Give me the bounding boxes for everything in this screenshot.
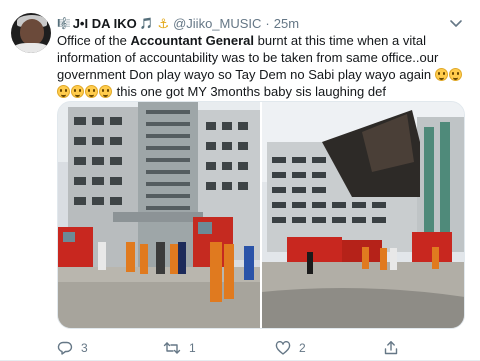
tweet-timestamp[interactable]: 25m xyxy=(274,15,299,33)
tweet-text-part1: Office of the xyxy=(57,33,131,48)
chevron-down-icon[interactable] xyxy=(448,15,464,31)
laughing-emoji-icon xyxy=(434,68,448,81)
author-handle[interactable]: @Jiiko_MUSIC xyxy=(173,15,261,33)
laughing-emoji-icon xyxy=(99,85,112,98)
laughing-emoji-icon xyxy=(71,85,84,98)
music-emoji-icon: 🎼 xyxy=(57,18,71,30)
retweet-button[interactable]: 1 xyxy=(163,339,196,357)
music-note-emoji-icon: 🎵 xyxy=(139,18,154,30)
photo-right[interactable] xyxy=(262,102,464,328)
tweet-text-bold: Accountant General xyxy=(130,33,254,48)
laughing-emoji-icon xyxy=(57,85,70,98)
reply-icon xyxy=(57,341,73,355)
laughing-emoji-icon xyxy=(448,68,462,81)
share-button[interactable] xyxy=(383,339,399,357)
reply-count: 3 xyxy=(81,341,88,355)
heart-icon xyxy=(275,341,291,355)
retweet-count: 1 xyxy=(189,341,196,355)
author-name[interactable]: J•I DA IKO xyxy=(73,15,137,33)
tweet-text: Office of the Accountant General burnt a… xyxy=(57,32,469,100)
laughing-emoji-icon xyxy=(85,85,98,98)
tweet-header: 🎼 J•I DA IKO 🎵 ⚓ @Jiiko_MUSIC · 25m xyxy=(57,15,299,33)
tweet-actions: 3 1 2 xyxy=(57,339,469,357)
photo-left[interactable] xyxy=(58,102,260,328)
like-count: 2 xyxy=(299,341,306,355)
avatar[interactable] xyxy=(11,13,51,53)
like-button[interactable]: 2 xyxy=(275,339,306,357)
tweet-card[interactable]: 🎼 J•I DA IKO 🎵 ⚓ @Jiiko_MUSIC · 25m Offi… xyxy=(0,0,480,361)
tweet-text-part3: this one got MY 3months baby sis laughin… xyxy=(113,84,386,99)
anchor-emoji-icon: ⚓ xyxy=(157,16,170,31)
share-icon xyxy=(384,341,398,355)
separator-dot: · xyxy=(265,16,270,31)
reply-button[interactable]: 3 xyxy=(57,339,88,357)
retweet-icon xyxy=(163,342,181,354)
media-grid xyxy=(57,101,465,329)
burnt-building-photo xyxy=(262,102,464,328)
burnt-building-photo xyxy=(58,102,260,328)
